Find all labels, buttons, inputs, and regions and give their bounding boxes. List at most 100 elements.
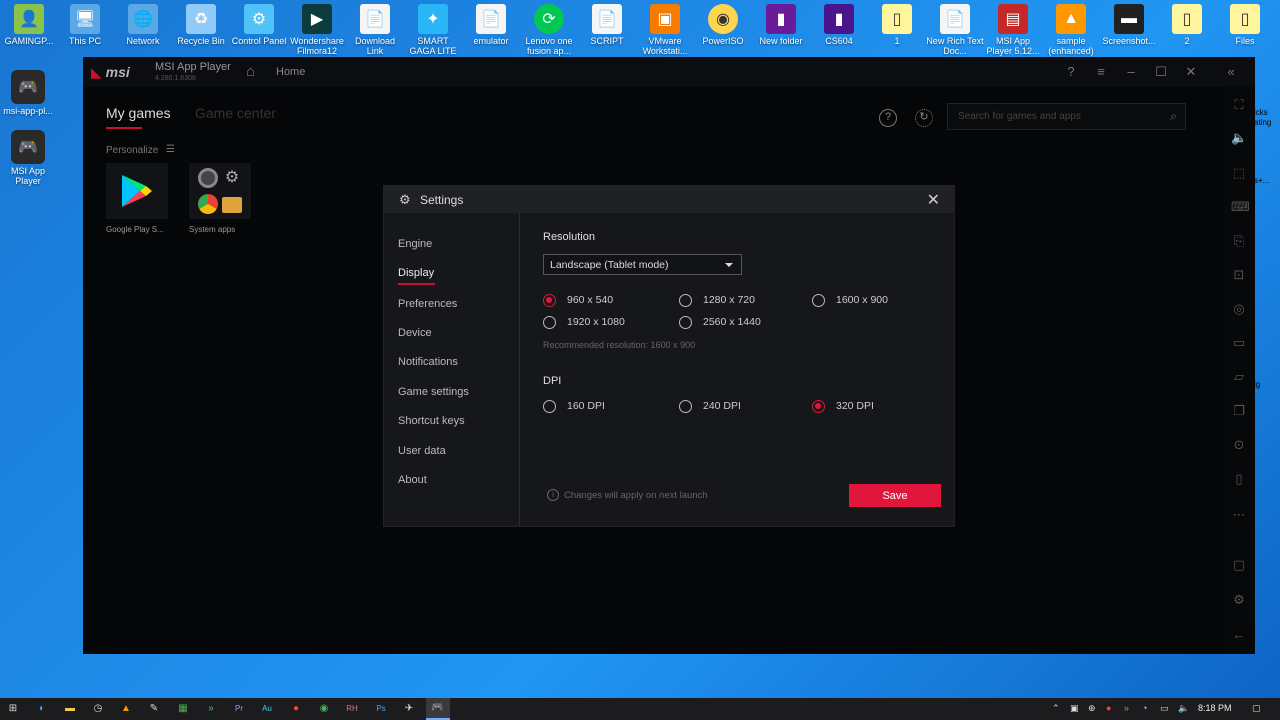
search-icon[interactable]: ⌕ [1170, 109, 1177, 124]
minimize-icon[interactable]: – [1123, 64, 1139, 80]
desktop-icon-emulator[interactable]: 📄 emulator [462, 4, 520, 56]
desktop-icon-rich-text[interactable]: 📄 New Rich Text Doc... [926, 4, 984, 56]
desktop-icon-screenshot[interactable]: ▬ Screenshot... [1100, 4, 1158, 56]
desktop-icon-download-link[interactable]: 📄 Download Link [346, 4, 404, 56]
taskbar-msi-active[interactable]: 🎮 [426, 698, 450, 720]
app-tile-google-play[interactable]: Google Play S... [106, 163, 170, 234]
nav-engine[interactable]: Engine [398, 238, 432, 250]
refresh-icon[interactable]: ↻ [915, 109, 933, 127]
plane-icon[interactable]: ✈ [402, 702, 416, 716]
location-icon[interactable]: ⊙ [1231, 437, 1247, 453]
premiere-icon[interactable]: Pr [232, 702, 246, 716]
pointer-icon[interactable]: ⬚ [1231, 165, 1247, 181]
taskbar-clock[interactable]: 8:18 PM [1198, 703, 1232, 713]
desktop-icon-recycle-bin[interactable]: ♻ Recycle Bin [172, 4, 230, 56]
desktop-icon-new-folder[interactable]: ▮ New folder [752, 4, 810, 56]
nav-user-data[interactable]: User data [398, 445, 446, 457]
multi-instance-icon[interactable]: ❐ [1231, 403, 1247, 419]
help-circle-icon[interactable]: ? [879, 109, 897, 127]
tab-my-games[interactable]: My games [106, 105, 171, 121]
tray-volume-icon[interactable]: 🔈 [1178, 703, 1189, 714]
desktop-icon-lenovo[interactable]: ⟳ Lenovo one fusion ap... [520, 4, 578, 56]
desktop-icon-gamingpc[interactable]: 👤 GAMINGP... [0, 4, 58, 56]
filmora-icon[interactable]: » [204, 702, 218, 716]
tray-record-icon[interactable]: ● [1106, 703, 1111, 713]
audition-icon[interactable]: Au [260, 702, 274, 716]
app-tile-system-apps[interactable]: ⚙ System apps [189, 163, 253, 234]
nav-about[interactable]: About [398, 474, 427, 486]
chrome-icon[interactable]: ◉ [317, 702, 331, 716]
windows-start-icon[interactable]: ⊞ [6, 702, 20, 716]
back-icon[interactable]: ▢ [1231, 557, 1247, 573]
arrow-back-icon[interactable]: ← [1231, 627, 1247, 643]
photoshop-icon[interactable]: Ps [374, 702, 388, 716]
desktop-icon-control-panel[interactable]: ⚙ Control Panel [230, 4, 288, 56]
install-apk-icon[interactable]: ⎘ [1231, 233, 1247, 249]
folder-icon[interactable]: ▱ [1231, 369, 1247, 385]
close-icon[interactable]: ✕ [927, 190, 940, 210]
desktop-icon-script[interactable]: 📄 SCRIPT [578, 4, 636, 56]
chat-icon[interactable]: ▦ [176, 702, 190, 716]
screenshot-icon[interactable]: ⊡ [1231, 267, 1247, 283]
tab-game-center[interactable]: Game center [195, 105, 276, 121]
menu-icon[interactable]: ≡ [1093, 64, 1109, 80]
settings-gear-icon[interactable]: ⚙ [1231, 592, 1247, 608]
orientation-value: Landscape (Tablet mode) [550, 259, 669, 271]
tray-battery-icon[interactable]: ▭ [1160, 703, 1169, 714]
tray-chevron-icon[interactable]: ⌃ [1052, 703, 1060, 714]
camera-icon[interactable]: ◎ [1231, 301, 1247, 317]
home-tab[interactable]: Home [276, 66, 305, 78]
collapse-sidebar-icon[interactable]: « [1223, 64, 1239, 80]
rh-app-icon[interactable]: RH [345, 702, 359, 716]
desktop-icon-network[interactable]: 🌐 Network [114, 4, 172, 56]
msi-logo: ◣ msi [91, 64, 130, 80]
tray-filmora-icon[interactable]: » [1124, 703, 1129, 713]
keyboard-icon[interactable]: ⌨ [1231, 199, 1250, 215]
clock-app-icon[interactable]: ◷ [91, 702, 105, 716]
desktop-icon-poweriso[interactable]: ◉ PowerISO [694, 4, 752, 56]
tray-app-icon[interactable]: ▣ [1070, 703, 1079, 714]
tray-network-icon[interactable]: ⊕ [1088, 703, 1096, 714]
record-icon[interactable]: ▭ [1231, 335, 1247, 351]
desktop-icon-files[interactable]: ▯ Files [1216, 4, 1274, 56]
desktop-icon-msi-app-player[interactable]: 🎮 MSI App Player [0, 130, 56, 186]
maximize-icon[interactable]: ☐ [1153, 64, 1169, 80]
fullscreen-icon[interactable]: ⛶ [1231, 97, 1247, 113]
home-icon[interactable]: ⌂ [246, 64, 264, 80]
save-button[interactable]: Save [849, 484, 941, 507]
desktop-icon-sample[interactable]: ▲ sample (enhanced) [1042, 4, 1100, 56]
desktop-icon-cs604[interactable]: ▮ CS604 [810, 4, 868, 56]
orientation-select[interactable]: Landscape (Tablet mode) [543, 254, 742, 275]
file-explorer-icon[interactable]: ▬ [63, 702, 77, 716]
sliders-icon[interactable]: ☰ [166, 144, 175, 155]
search-input[interactable] [948, 104, 1148, 129]
desktop-icon-msi-app-pl[interactable]: 🎮 msi-app-pl... [0, 70, 56, 116]
pen-icon[interactable]: ✎ [147, 702, 161, 716]
vlc-cone-icon: ▲ [1056, 4, 1086, 34]
personalize-label[interactable]: Personalize [106, 145, 158, 156]
desktop-icon-folder-2[interactable]: ▯ 2 [1158, 4, 1216, 56]
volume-icon[interactable]: 🔈 [1231, 130, 1247, 146]
nav-shortcut-keys[interactable]: Shortcut keys [398, 415, 465, 427]
nav-device[interactable]: Device [398, 327, 432, 339]
desktop-icon-filmora[interactable]: ▶ Wondershare Filmora12 [288, 4, 346, 56]
help-icon[interactable]: ? [1063, 64, 1079, 80]
vlc-icon[interactable]: ▲ [119, 702, 133, 716]
tray-wifi-icon[interactable]: ◔ [1142, 703, 1147, 713]
nav-notifications[interactable]: Notifications [398, 356, 458, 368]
close-icon[interactable]: ✕ [1183, 64, 1199, 80]
nav-game-settings[interactable]: Game settings [398, 386, 469, 398]
nav-display[interactable]: Display [398, 267, 434, 279]
nav-preferences[interactable]: Preferences [398, 298, 457, 310]
settings-dialog: ⚙ Settings ✕ Engine Display Preferences … [383, 185, 955, 527]
desktop-icon-msi-installer[interactable]: ▤ MSI App Player 5.12... [984, 4, 1042, 56]
edge-icon[interactable]: ◐ [35, 702, 49, 716]
desktop-icon-smartgaga[interactable]: ✦ SMART GAGA LITE [404, 4, 462, 56]
more-icon[interactable]: ⋯ [1231, 507, 1247, 523]
desktop-icon-folder-1[interactable]: ▯ 1 [868, 4, 926, 56]
record-icon[interactable]: ● [289, 702, 303, 716]
shake-icon[interactable]: ▯ [1231, 471, 1247, 487]
notification-icon[interactable]: ▢ [1252, 703, 1261, 714]
desktop-icon-vmware[interactable]: ▣ VMware Workstati... [636, 4, 694, 56]
desktop-icon-this-pc[interactable]: 🖥 This PC [56, 4, 114, 56]
